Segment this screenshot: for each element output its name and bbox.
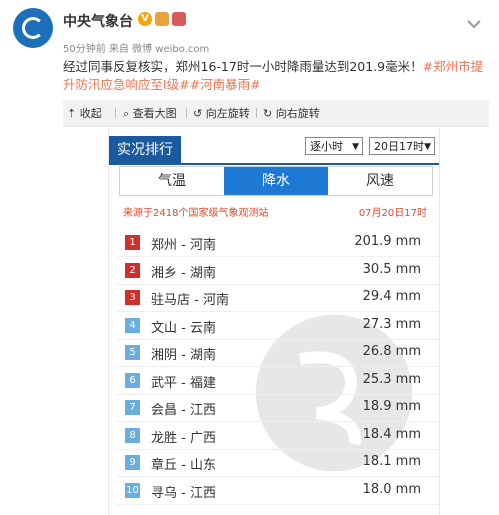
medal-badge-icon [172, 12, 186, 26]
table-row: 1 郑州 - 河南 201.9 mm [117, 229, 439, 257]
member-badge-icon [155, 12, 169, 26]
table-row: 8 龙胜 - 广西 18.4 mm [117, 422, 439, 450]
rainfall-value: 27.3 mm [362, 316, 421, 332]
image-toolbar: ⇡ 收起 ⌕ 查看大图 ↺ 向左旋转 ↻ 向右旋转 [63, 100, 489, 127]
station-name: 湘乡 - 湖南 [151, 265, 216, 281]
rank-number: 9 [125, 455, 140, 470]
collapse-button[interactable]: ⇡ 收起 [67, 105, 102, 121]
ranking-title: 实况排行 [109, 136, 181, 164]
cma-logo-icon [22, 17, 44, 39]
rank-number: 3 [125, 290, 140, 305]
chevron-down-icon: ▼ [352, 142, 359, 152]
rainfall-value: 26.8 mm [362, 344, 421, 359]
divider [256, 108, 257, 118]
station-name: 章丘 - 山东 [151, 458, 216, 473]
table-row: 7 会昌 - 江西 18.9 mm [117, 394, 439, 422]
station-name: 湘阴 - 湖南 [151, 348, 216, 363]
rank-number: 4 [125, 317, 140, 333]
rainfall-value: 18.4 mm [362, 426, 421, 442]
table-row: 6 武平 - 福建 25.3 mm [117, 367, 439, 395]
post-body: 经过同事反复核实，郑州16-17时一小时降雨量达到201.9毫米！ [63, 59, 423, 74]
rotate-left-icon: ↺ [193, 107, 203, 120]
rainfall-value: 18.9 mm [362, 399, 421, 414]
ranking-image[interactable]: 实况排行 逐小时 ▼ 20日17时 ▼ 气温 降水 风速 来源于2418个国家级气象… [108, 128, 440, 515]
post-meta: 50分钟前 来自 微博 weibo.com [63, 44, 210, 55]
station-name: 武平 - 福建 [151, 375, 216, 391]
divider [115, 108, 116, 118]
verified-icon: V [138, 12, 152, 26]
avatar[interactable] [13, 8, 53, 48]
chevron-down-icon: ▼ [424, 142, 431, 152]
table-row: 10 寻乌 - 江西 18.0 mm [117, 477, 439, 505]
hashtag-link[interactable]: #河南暴雨# [190, 77, 261, 92]
rotate-left-button[interactable]: ↺ 向左旋转 [193, 105, 250, 121]
table-row: 2 湘乡 - 湖南 30.5 mm [117, 257, 439, 285]
tab-temperature[interactable]: 气温 [120, 167, 224, 195]
tab-wind-speed[interactable]: 风速 [328, 167, 432, 195]
station-name: 寻乌 - 江西 [151, 485, 216, 501]
tab-precipitation[interactable]: 降水 [224, 167, 328, 195]
username[interactable]: 中央气象台 [63, 11, 133, 31]
station-name: 龙胜 - 广西 [151, 430, 216, 446]
station-name: 文山 - 云南 [151, 320, 216, 336]
table-row: 9 章丘 - 山东 18.1 mm [117, 449, 439, 477]
rainfall-value: 201.9 mm [354, 234, 421, 249]
rank-number: 6 [125, 372, 140, 388]
rank-number: 5 [125, 345, 140, 360]
rank-number: 10 [125, 482, 140, 498]
time-select[interactable]: 20日17时 ▼ [369, 137, 435, 155]
table-row: 3 驻马店 - 河南 29.4 mm [117, 284, 439, 312]
interval-select[interactable]: 逐小时 ▼ [305, 137, 363, 155]
rotate-right-button[interactable]: ↻ 向右旋转 [263, 105, 320, 121]
station-name: 驻马店 - 河南 [151, 293, 229, 308]
rank-number: 8 [125, 427, 140, 443]
rank-number: 7 [125, 400, 140, 415]
title-divider [109, 163, 439, 165]
data-timestamp: 07月20日17时 [358, 208, 427, 219]
rainfall-value: 25.3 mm [362, 371, 421, 387]
chevron-down-icon[interactable] [463, 13, 485, 35]
post-text: 经过同事反复核实，郑州16-17时一小时降雨量达到201.9毫米！#郑州市提升防… [63, 58, 489, 94]
rotate-right-icon: ↻ [263, 107, 273, 120]
view-large-button[interactable]: ⌕ 查看大图 [123, 105, 177, 121]
divider [186, 108, 187, 118]
rank-number: 2 [125, 262, 140, 278]
rainfall-value: 18.1 mm [362, 454, 421, 469]
rainfall-value: 18.0 mm [362, 481, 421, 497]
rainfall-value: 29.4 mm [362, 289, 421, 304]
rank-number: 1 [125, 235, 140, 250]
rainfall-value: 30.5 mm [362, 261, 421, 277]
collapse-icon: ⇡ [67, 107, 77, 120]
station-name: 郑州 - 河南 [151, 238, 216, 253]
table-row: 4 文山 - 云南 27.3 mm [117, 312, 439, 340]
metric-tabs: 气温 降水 风速 [119, 166, 433, 196]
station-name: 会昌 - 江西 [151, 403, 216, 418]
table-row: 5 湘阴 - 湖南 26.8 mm [117, 339, 439, 367]
search-icon: ⌕ [123, 107, 130, 120]
data-source: 来源于2418个国家级气象观测站 [123, 208, 269, 219]
